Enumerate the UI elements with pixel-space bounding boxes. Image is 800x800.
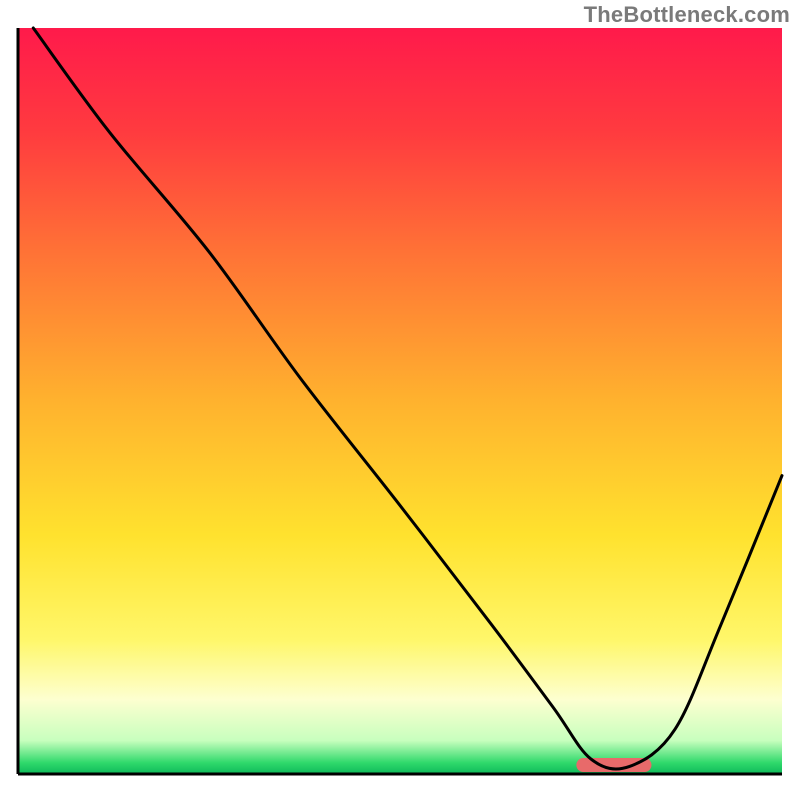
gradient-background — [18, 28, 782, 774]
chart-frame: TheBottleneck.com — [0, 0, 800, 800]
bottleneck-chart — [0, 0, 800, 800]
